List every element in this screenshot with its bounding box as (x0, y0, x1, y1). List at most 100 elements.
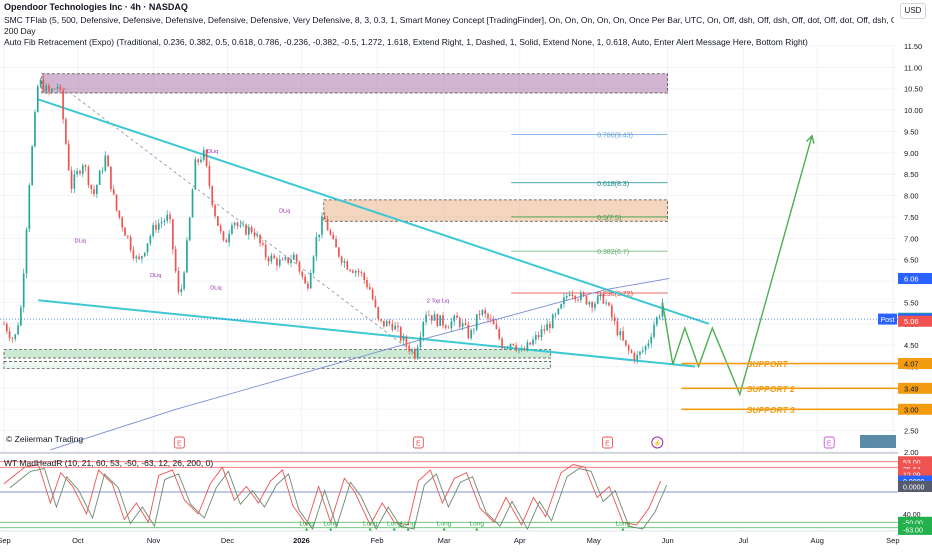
candle-body (335, 238, 337, 248)
support-price-label: 3.00 (904, 405, 919, 414)
candle-body (135, 256, 138, 259)
candle-body (416, 347, 419, 359)
candle-body (380, 318, 382, 321)
candle-body (394, 325, 396, 330)
candle-body (349, 269, 351, 271)
candle-body (76, 171, 79, 175)
candle-body (467, 324, 470, 339)
candle-body (374, 299, 377, 308)
candle-body (487, 313, 489, 319)
price-tag-label: 5.06 (904, 317, 919, 326)
candle-body (563, 297, 565, 305)
candle-body (444, 325, 447, 328)
candle-body (219, 225, 222, 232)
candle-body (653, 324, 655, 337)
time-tick-label: Nov (147, 536, 161, 545)
candle-body (363, 272, 366, 281)
price-tick-label: 10.00 (904, 106, 923, 115)
earnings-marker-label: E (177, 441, 182, 448)
candle-body (585, 295, 588, 305)
fib-level-label: 0.618(8.3) (597, 181, 629, 188)
candle-body (495, 324, 498, 330)
candle-body (278, 259, 281, 266)
liquidity-label: DLiq (74, 239, 85, 245)
candle-body (292, 254, 295, 260)
candle-body (290, 259, 292, 263)
candle-body (79, 171, 81, 174)
currency-button[interactable]: USD (900, 3, 926, 19)
price-tag-label: 6.06 (904, 274, 919, 283)
indicator-legend-smc[interactable]: SMC TFlab (5, 500, Defensive, Defensive,… (4, 15, 894, 25)
candle-body (101, 170, 104, 172)
candle-body (129, 236, 132, 251)
candle-body (28, 185, 31, 230)
time-tick-label: Oct (72, 536, 85, 545)
candle-body (138, 256, 140, 259)
support-label: SUPPORT 2 (747, 384, 795, 394)
candle-body (231, 225, 233, 234)
candle-body (104, 155, 107, 171)
candle-body (422, 321, 425, 337)
price-tick-label: 5.50 (904, 298, 919, 307)
candle-body (549, 323, 551, 329)
candle-body (62, 89, 64, 120)
long-signal-label: Long (470, 521, 485, 528)
candle-body (338, 247, 340, 257)
candle-body (582, 292, 585, 296)
price-tick-label: 10.50 (904, 85, 923, 94)
candle-body (408, 345, 411, 352)
candle-body (450, 321, 453, 329)
candle-body (177, 271, 180, 292)
candle-body (155, 224, 157, 230)
price-tick-label: 6.50 (904, 256, 919, 265)
candle-body (307, 283, 309, 289)
liquidity-label: DLiq (279, 209, 290, 215)
indicator-legend-fib[interactable]: Auto Fib Retracement (Expo) (Traditional… (4, 37, 808, 47)
post-tag-label: Post (880, 317, 894, 324)
candle-body (22, 273, 25, 308)
candle-body (70, 170, 73, 189)
candle-body (456, 315, 458, 318)
candle-body (346, 261, 349, 270)
zone-demand-lower (3, 361, 552, 370)
candle-body (253, 232, 256, 237)
oscillator-legend[interactable]: WT MadHeadR (10, 21, 60, 53, -50, -63, 1… (4, 458, 213, 468)
candle-body (532, 339, 534, 345)
candle-body (67, 143, 70, 171)
earnings-marker-label: E (605, 441, 610, 448)
candle-body (39, 79, 42, 87)
indicator-legend-sma[interactable]: 200 Day (4, 26, 36, 36)
candle-body (214, 205, 216, 217)
liquidity-label: DLiq (207, 149, 218, 155)
candle-body (354, 270, 357, 273)
candle-body (301, 271, 304, 277)
long-signal-label: Long (387, 521, 402, 528)
candle-body (200, 159, 202, 163)
candle-body (315, 237, 318, 257)
candle-body (247, 227, 250, 235)
time-tick-label: Mar (438, 536, 451, 545)
candle-body (217, 216, 219, 226)
candle-body (188, 217, 191, 241)
candle-body (163, 220, 166, 223)
candle-body (312, 256, 315, 273)
candle-body (464, 323, 467, 325)
candle-body (577, 299, 579, 301)
candle-body (132, 250, 135, 259)
support-price-label: 3.49 (904, 384, 919, 393)
candle-body (492, 319, 495, 325)
candle-body (357, 270, 360, 273)
candle-body (633, 352, 636, 361)
candle-body (580, 292, 582, 301)
candle-body (518, 349, 520, 351)
candle-body (239, 225, 242, 227)
candle-body (115, 194, 118, 211)
liquidity-label: DLiq (210, 286, 221, 292)
candle-body (304, 276, 306, 284)
candle-body (602, 293, 605, 304)
candle-body (411, 349, 413, 352)
time-axis[interactable]: Sep Oct Nov Dec 2026 Feb Mar Apr May Jun Jul Aug Sep (0, 530, 900, 550)
price-tick-label: 8.00 (904, 192, 919, 201)
candle-body (383, 320, 385, 327)
time-tick-label: 2026 (293, 536, 310, 545)
